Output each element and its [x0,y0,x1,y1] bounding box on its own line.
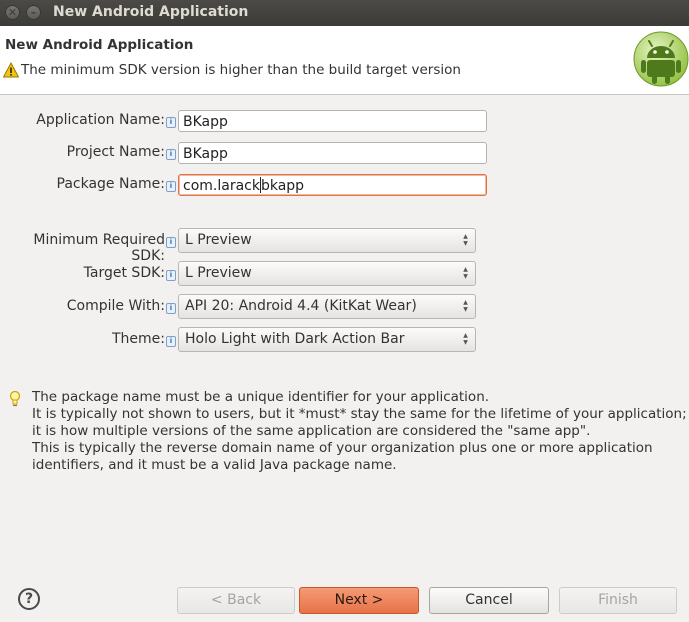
info-icon: i [166,237,176,248]
warning-icon [3,62,19,78]
back-button[interactable]: < Back [177,587,295,614]
target-sdk-value: L Preview [185,265,252,281]
info-icon: i [166,149,176,160]
help-text-line: identifiers, and it must be a valid Java… [32,457,397,473]
banner-warning-message: The minimum SDK version is higher than t… [21,62,461,78]
select-arrows-icon: ▲ ▼ [463,266,468,280]
finish-button[interactable]: Finish [559,587,677,614]
target-sdk-select[interactable]: L Preview ▲ ▼ [178,261,476,286]
help-text-line: It is typically not shown to users, but … [32,406,687,422]
minimum-sdk-select[interactable]: L Preview ▲ ▼ [178,228,476,253]
target-sdk-label: Target SDK: [83,265,165,281]
theme-label: Theme: [111,331,165,347]
info-icon: i [166,181,176,192]
project-name-label: Project Name: [66,144,165,160]
compile-with-label: Compile With: [66,298,165,314]
select-arrows-icon: ▲ ▼ [463,233,468,247]
application-name-input[interactable]: BKapp [178,110,487,132]
compile-with-value: API 20: Android 4.4 (KitKat Wear) [185,298,417,314]
project-name-input[interactable]: BKapp [178,142,487,164]
minimum-sdk-value: L Preview [185,232,252,248]
banner-title: New Android Application [5,37,194,53]
window-title: New Android Application [53,4,249,20]
application-name-label: Application Name: [36,112,165,128]
theme-select[interactable]: Holo Light with Dark Action Bar ▲ ▼ [178,327,476,352]
select-arrows-icon: ▲ ▼ [463,332,468,346]
next-button[interactable]: Next > [299,587,419,614]
window-titlebar: ✕ – New Android Application [0,0,689,26]
info-icon: i [166,270,176,281]
cancel-button[interactable]: Cancel [429,587,549,614]
minimize-icon[interactable]: – [26,5,41,20]
package-name-text-after-caret: bkapp [260,178,305,194]
help-text-line: it is how multiple versions of the same … [32,423,591,439]
package-name-text-before-caret: com.larack [183,178,260,194]
select-arrows-icon: ▲ ▼ [463,299,468,313]
info-icon: i [166,336,176,347]
android-logo [633,31,689,87]
info-icon: i [166,303,176,314]
package-name-input[interactable]: com.larackbkapp [178,174,487,196]
lightbulb-icon [9,390,21,407]
close-icon[interactable]: ✕ [5,5,20,20]
package-name-label: Package Name: [56,176,166,192]
help-text-line: This is typically the reverse domain nam… [32,440,653,456]
compile-with-select[interactable]: API 20: Android 4.4 (KitKat Wear) ▲ ▼ [178,294,476,319]
help-text-line: The package name must be a unique identi… [32,389,490,405]
help-button[interactable]: ? [18,588,40,610]
minimum-sdk-label: Minimum Required SDK: [33,232,165,264]
info-icon: i [166,117,176,128]
wizard-banner: New Android Application The minimum SDK … [0,26,689,95]
theme-value: Holo Light with Dark Action Bar [185,331,405,347]
